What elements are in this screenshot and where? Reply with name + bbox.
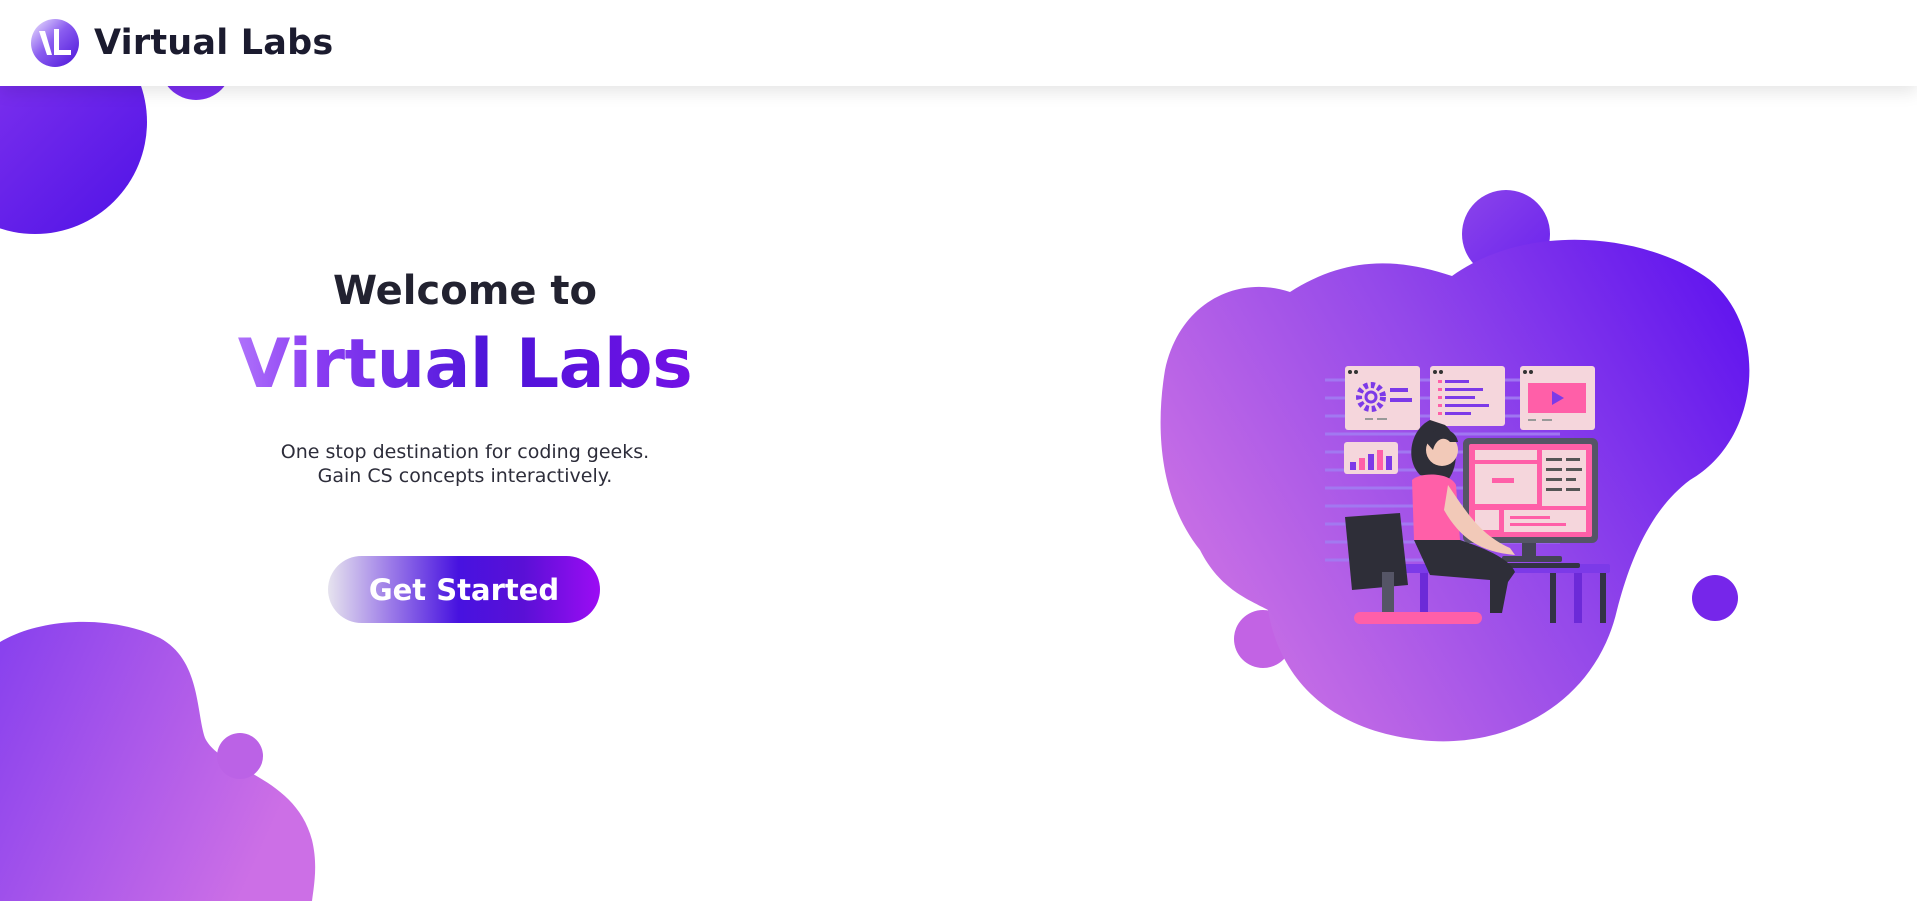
code-panel xyxy=(1430,366,1505,426)
hero-title: Virtual Labs xyxy=(200,322,730,408)
video-panel xyxy=(1520,366,1595,430)
hero-tagline: One stop destination for coding geeks. G… xyxy=(200,440,730,488)
tagline-line-2: Gain CS concepts interactively. xyxy=(317,465,613,487)
developer-at-computer-illustration xyxy=(1160,190,1750,742)
top-navbar: Virtual Labs xyxy=(0,0,1917,86)
hero-section: Welcome to Virtual Labs One stop destina… xyxy=(200,260,730,488)
get-started-button[interactable]: Get Started xyxy=(328,556,600,623)
bottom-left-blob xyxy=(0,621,316,901)
tagline-line-1: One stop destination for coding geeks. xyxy=(280,441,650,463)
brand-link[interactable]: Virtual Labs xyxy=(30,18,333,68)
vl-logo-icon xyxy=(31,19,79,67)
welcome-heading: Welcome to xyxy=(332,268,598,314)
chart-panel xyxy=(1344,442,1398,474)
brand-name: Virtual Labs xyxy=(94,23,334,63)
settings-panel xyxy=(1345,366,1420,430)
decor-dot xyxy=(1692,575,1738,621)
